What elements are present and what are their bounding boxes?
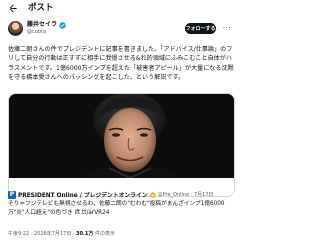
view-count-label: 件の表示 [93, 231, 115, 237]
post-text: 佐藤二朗さんの件でプレジデントに記事を書きました。「アドバイス/仕事論」のフリし… [8, 46, 234, 82]
verified-badge-icon [149, 191, 156, 198]
author-name[interactable]: 藤井セイラ [27, 21, 57, 29]
link-card[interactable] [8, 93, 235, 197]
avatar[interactable] [8, 21, 23, 36]
post-page: ポスト 藤井セイラ @cobta フォローする ··· 佐藤二朗さんの件でプレジ… [0, 0, 244, 250]
verified-badge-icon [59, 21, 66, 29]
page-title: ポスト [28, 3, 54, 13]
more-icon[interactable]: ··· [222, 24, 232, 32]
post-meta: 午後9:22 · 2026年7月17日 · 30.1万 件の表示 [8, 230, 236, 238]
source-handle[interactable]: @Pre_Online · 7月17日 [158, 191, 214, 198]
author-handle[interactable]: @cobta [27, 29, 46, 36]
back-arrow-icon[interactable] [7, 3, 18, 14]
man-photo [9, 94, 234, 178]
card-image [9, 94, 234, 178]
post-timestamp[interactable]: 午後9:22 · 2026年7月17日 · [8, 231, 76, 237]
view-count: 30.1万 [76, 231, 94, 237]
post-header: 藤井セイラ @cobta フォローする ··· [0, 17, 244, 44]
quoted-text: そりゃフジテレビも無視させるわ、佐藤二朗の"むわむ"投稿がまんざインプ1億600… [8, 201, 225, 216]
follow-button[interactable]: フォローする [185, 23, 216, 34]
source-name[interactable]: PRESIDENT Online / プレジデントオンライン [18, 190, 148, 199]
author-name-row: 藤井セイラ [27, 21, 66, 29]
president-logo-icon: P [8, 190, 16, 199]
quoted-source[interactable]: P PRESIDENT Online / プレジデントオンライン @Pre_On… [8, 189, 236, 200]
top-bar: ポスト [0, 0, 244, 17]
